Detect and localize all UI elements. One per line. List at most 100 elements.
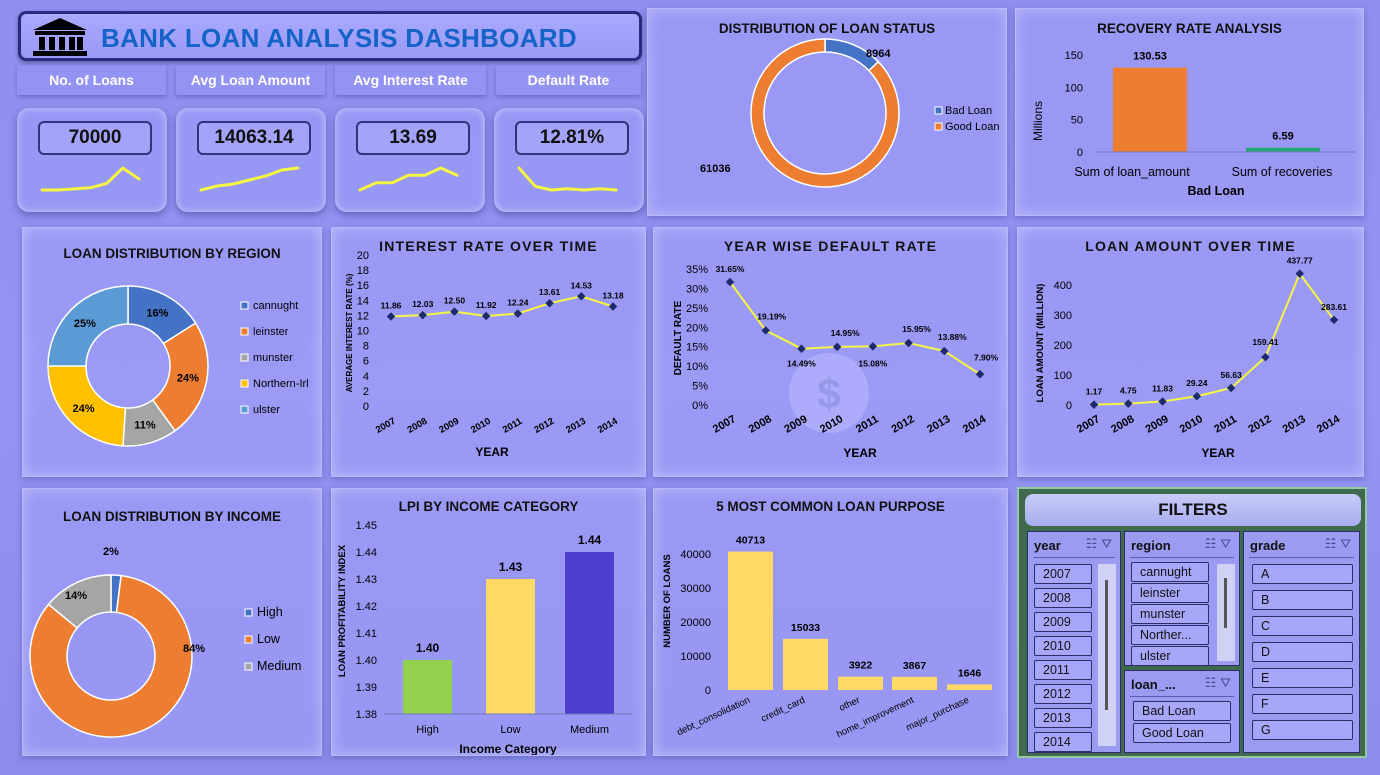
interest-ytick-7: 6: [363, 356, 369, 368]
grade-slicer[interactable]: grade ☷ ⛛ ABCDEFG: [1243, 531, 1360, 753]
default-value-2: 14.49%: [787, 359, 816, 369]
amount-point-2: [1158, 397, 1167, 406]
loan-slicer-icons[interactable]: ☷ ⛛: [1205, 675, 1231, 691]
default-value-1: 19.19%: [757, 311, 786, 321]
amount-ytick-2: 200: [1054, 340, 1072, 352]
purpose-chart: 40000 30000 20000 10000 0 40713 debt_consolid…: [662, 535, 992, 740]
default-ytick-7: 0%: [692, 400, 708, 412]
income-panel: LOAN DISTRIBUTION BY INCOME 2% 84% 14% Hig…: [22, 488, 322, 756]
multi-select-icon[interactable]: ☷: [1205, 536, 1217, 551]
amount-value-0: 1.17: [1086, 387, 1103, 397]
year-slicer-item-3[interactable]: 2010: [1034, 636, 1092, 656]
grade-slicer-item-2[interactable]: C: [1252, 616, 1353, 636]
year-slicer-item-5[interactable]: 2012: [1034, 684, 1092, 704]
year-slicer-item-0[interactable]: 2007: [1034, 564, 1092, 584]
interest-ytick-6: 8: [363, 341, 369, 353]
year-slicer-icons[interactable]: ☷ ⛛: [1086, 536, 1112, 552]
purpose-category-4: major_purchase: [904, 695, 970, 734]
region-slicer-scrollbar[interactable]: [1217, 564, 1235, 661]
amount-ylabel: LOAN AMOUNT (MILLION): [1035, 284, 1046, 403]
clear-filter-icon[interactable]: ⛛: [1220, 675, 1231, 690]
amount-value-1: 4.75: [1120, 386, 1137, 396]
grade-slicer-item-5[interactable]: F: [1252, 694, 1353, 714]
interest-year-5: 2012: [532, 416, 556, 436]
kpi-value-loans: 70000: [38, 121, 152, 155]
year-slicer-scrollbar[interactable]: [1098, 564, 1116, 746]
year-slicer-item-6[interactable]: 2013: [1034, 708, 1092, 728]
lpi-value-0: 1.40: [416, 641, 440, 655]
amount-year-4: 2011: [1212, 413, 1239, 435]
region-legend-swatch-1: [240, 327, 249, 336]
lpi-ytick-7: 1.38: [356, 709, 377, 721]
interest-year-4: 2011: [501, 416, 525, 436]
multi-select-icon[interactable]: ☷: [1205, 675, 1217, 690]
amount-year-2: 2009: [1143, 413, 1170, 436]
interest-point-0: [386, 312, 396, 321]
region-slicer-item-4[interactable]: ulster: [1131, 646, 1209, 666]
interest-value-6: 14.53: [571, 280, 593, 290]
loan-slicer-label: loan_...: [1131, 677, 1176, 692]
year-slicer-item-1[interactable]: 2008: [1034, 588, 1092, 608]
recovery-cat-0: Sum of loan_amount: [1074, 165, 1190, 179]
grade-slicer-label: grade: [1250, 538, 1286, 553]
region-slicer-item-3[interactable]: Norther...: [1131, 625, 1209, 645]
region-slicer-item-2[interactable]: munster: [1131, 604, 1209, 624]
region-label-1: 24%: [177, 372, 199, 384]
region-slicer-item-0[interactable]: cannught: [1131, 562, 1209, 582]
loan-status-chart: 8964 61036 Bad Loan Good Loan: [700, 38, 999, 188]
lpi-ytick-3: 1.42: [356, 601, 377, 613]
year-slicer-item-4[interactable]: 2011: [1034, 660, 1092, 680]
amount-value-3: 29.24: [1186, 378, 1208, 388]
region-slicer[interactable]: region ☷ ⛛ cannught leinster munster Northe…: [1124, 531, 1240, 666]
amount-year-7: 2014: [1315, 413, 1343, 436]
region-slicer-icons[interactable]: ☷ ⛛: [1205, 536, 1231, 552]
amount-year-0: 2007: [1075, 413, 1102, 436]
year-slicer-item-2[interactable]: 2009: [1034, 612, 1092, 632]
default-point-5: [904, 338, 913, 348]
default-ytick-5: 10%: [686, 361, 708, 373]
default-title: YEAR WISE DEFAULT RATE: [723, 238, 938, 254]
clear-filter-icon[interactable]: ⛛: [1340, 536, 1351, 551]
multi-select-icon[interactable]: ☷: [1325, 536, 1337, 551]
year-slicer-item-7[interactable]: 2014: [1034, 732, 1092, 752]
grade-slicer-item-1[interactable]: B: [1252, 590, 1353, 610]
interest-point-5: [545, 299, 554, 308]
grade-slicer-item-0[interactable]: A: [1252, 564, 1353, 584]
grade-slicer-item-3[interactable]: D: [1252, 642, 1353, 662]
year-slicer[interactable]: year ☷ ⛛ 2007 2008 2009 2010 2011 2012 2013 201…: [1027, 531, 1121, 753]
income-legend-1: Low: [257, 632, 281, 646]
grade-slicer-icons[interactable]: ☷ ⛛: [1325, 536, 1351, 552]
clear-filter-icon[interactable]: ⛛: [1101, 536, 1112, 551]
loan-slicer-item-1[interactable]: Good Loan: [1133, 723, 1231, 743]
recovery-panel: RECOVERY RATE ANALYSIS 150 100 50 0 130.53 6…: [1015, 8, 1364, 216]
interest-year-7: 2014: [596, 415, 620, 435]
filters-title: FILTERS: [1025, 494, 1361, 526]
loan-status-slicer[interactable]: loan_... ☷ ⛛ Bad Loan Good Loan: [1124, 670, 1240, 753]
default-point-2: [797, 344, 806, 353]
interest-point-7: [608, 302, 618, 311]
interest-value-5: 13.61: [539, 287, 561, 297]
multi-select-icon[interactable]: ☷: [1086, 536, 1098, 551]
region-slicer-item-1[interactable]: leinster: [1131, 583, 1209, 603]
default-year-0: 2007: [711, 413, 738, 436]
region-legend-1: leinster: [253, 326, 289, 338]
legend-bad-loan: Bad Loan: [945, 105, 992, 117]
loan-slicer-item-0[interactable]: Bad Loan: [1133, 701, 1231, 721]
default-point-3: [832, 342, 842, 352]
interest-value-7: 13.18: [602, 290, 624, 300]
interest-ytick-1: 18: [357, 265, 369, 277]
default-year-6: 2013: [925, 413, 952, 436]
default-chart: $ 35% 30% 25% 20% 15% 10% 5% 0% 31.65% 2007 19.19…: [673, 264, 998, 460]
income-legend-2: Medium: [257, 659, 301, 673]
default-ytick-4: 15%: [686, 342, 708, 354]
lpi-bar-0: [403, 660, 452, 714]
region-legend-swatch-2: [240, 353, 249, 362]
interest-point-1: [418, 310, 427, 320]
grade-slicer-item-4[interactable]: E: [1252, 668, 1353, 688]
purpose-value-3: 3867: [903, 660, 927, 672]
lpi-value-1: 1.43: [499, 560, 523, 574]
grade-slicer-item-6[interactable]: G: [1252, 720, 1353, 740]
clear-filter-icon[interactable]: ⛛: [1220, 536, 1231, 551]
amount-value-5: 159.41: [1252, 337, 1278, 347]
purpose-bar-4: [947, 684, 992, 690]
